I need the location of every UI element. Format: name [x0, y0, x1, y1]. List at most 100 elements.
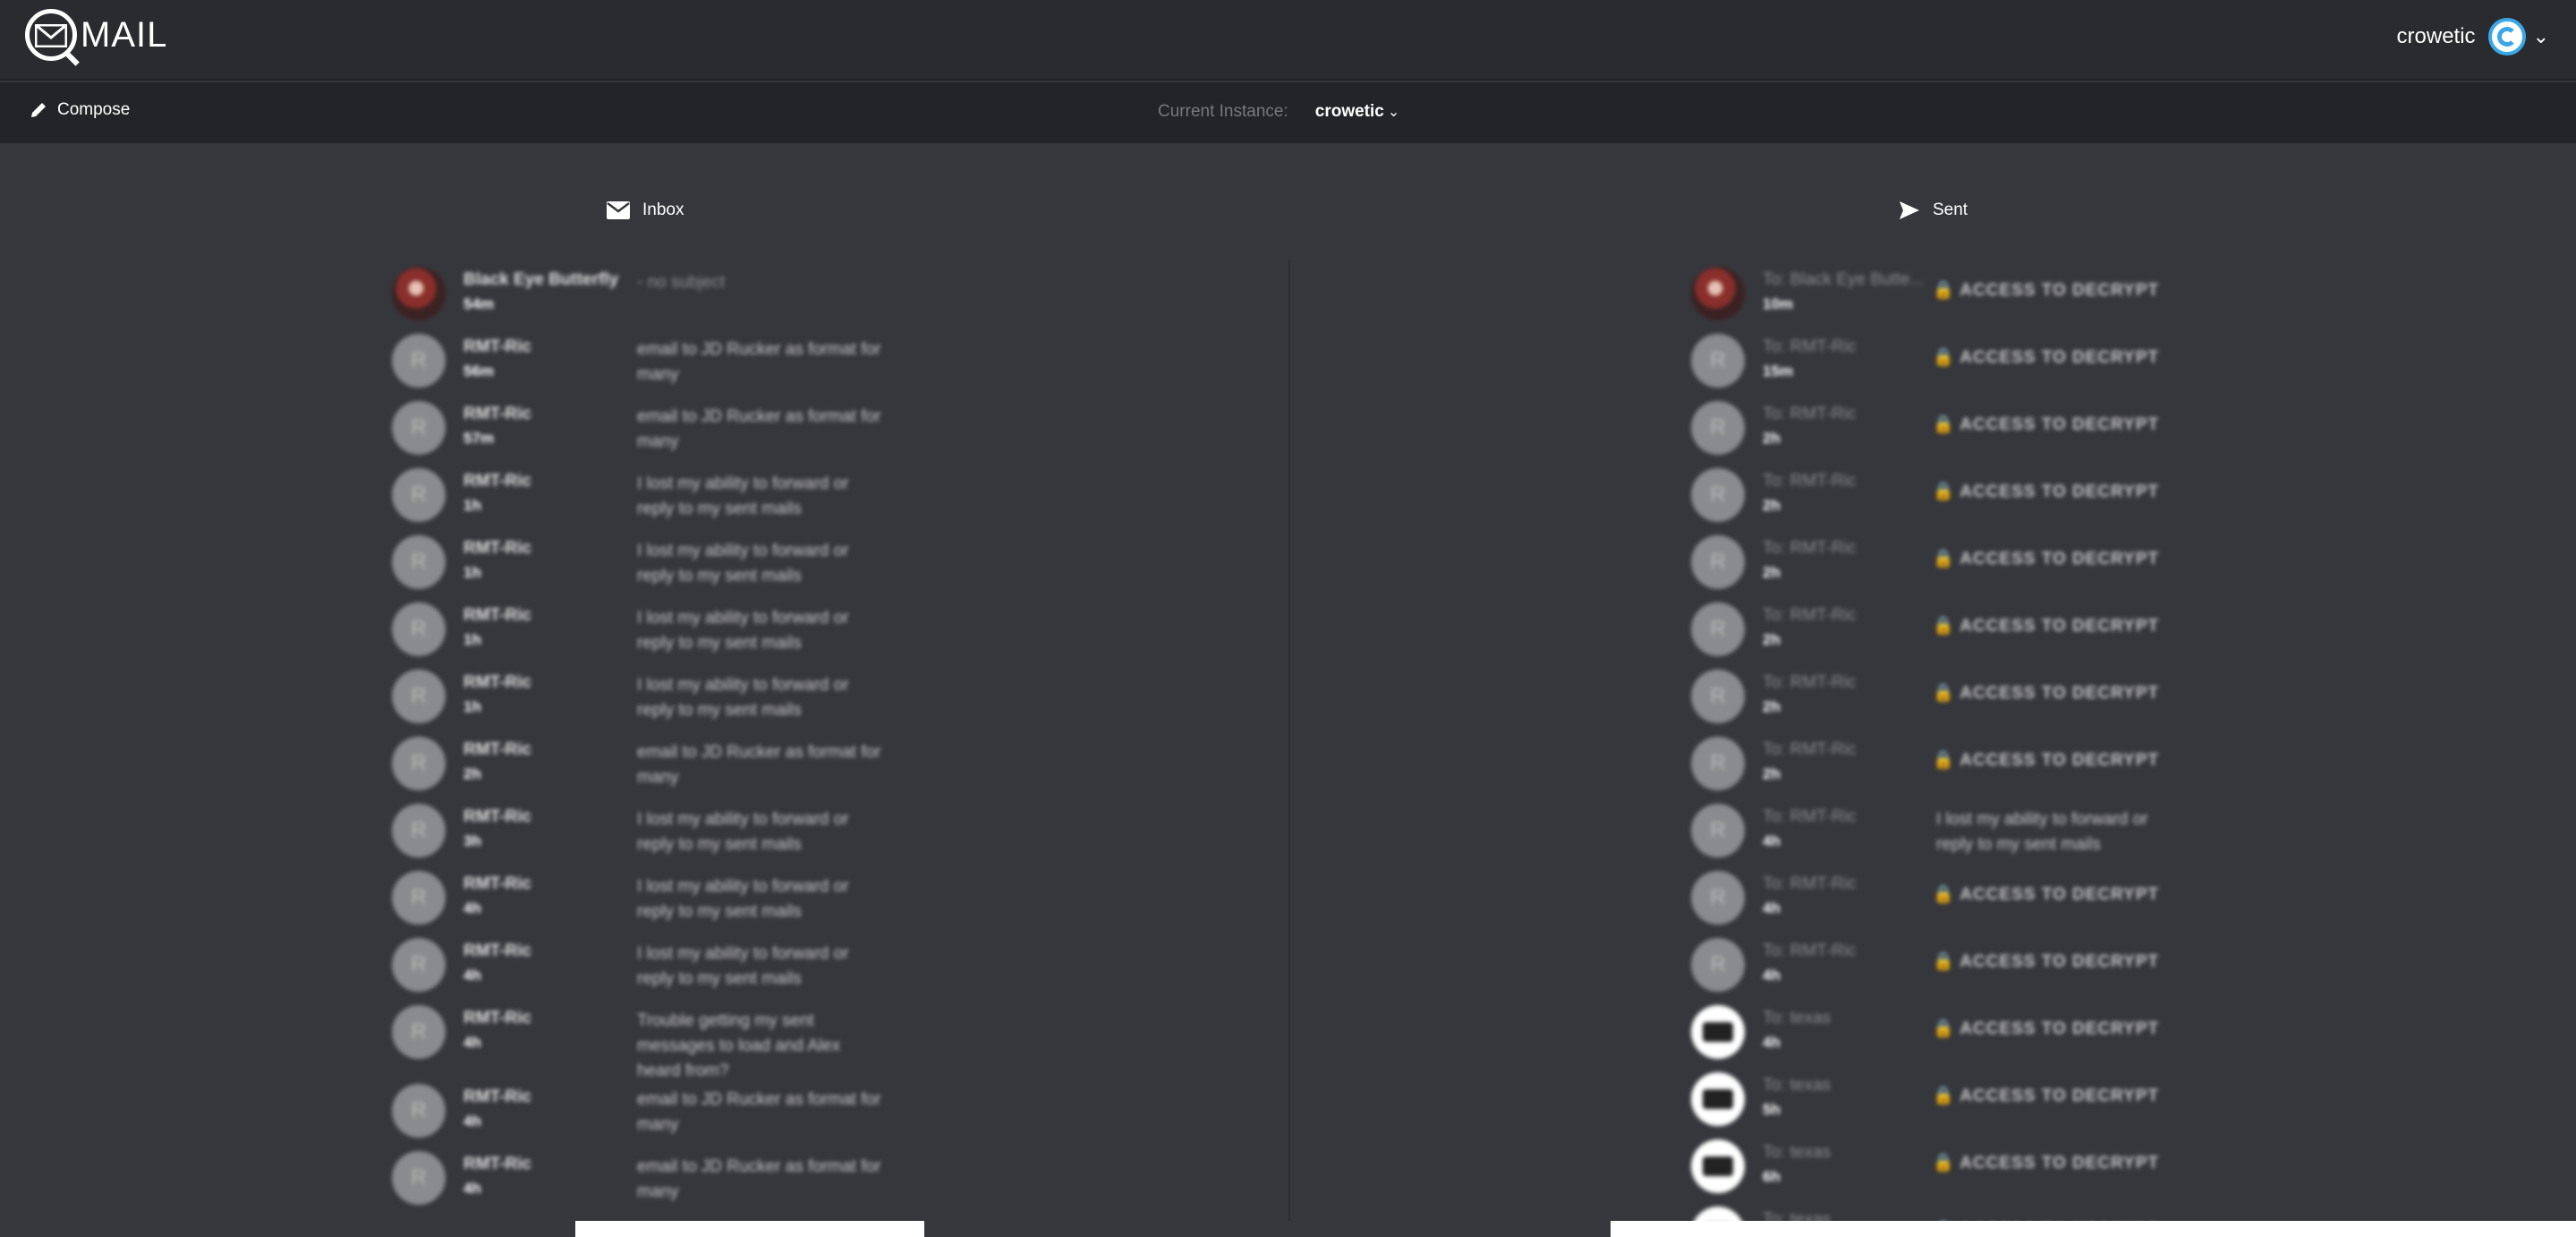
avatar: [1691, 267, 1745, 320]
avatar: R: [1691, 602, 1745, 656]
toolbar: Compose Current Instance: crowetic ⌄: [0, 82, 2576, 143]
avatar: R: [392, 938, 446, 992]
access-to-decrypt-label[interactable]: 🔒 ACCESS TO DECRYPT: [1933, 1018, 2159, 1039]
sender-name: RMT-Ric: [463, 606, 531, 625]
avatar: R: [392, 670, 446, 723]
user-menu[interactable]: crowetic ⌄: [2397, 18, 2549, 55]
access-to-decrypt-label[interactable]: 🔒 ACCESS TO DECRYPT: [1933, 1152, 2159, 1173]
access-to-decrypt-label[interactable]: 🔒 ACCESS TO DECRYPT: [1933, 615, 2159, 636]
message-subject: ACCESS TO DECRYPT: [1960, 348, 2160, 367]
message-subject: ACCESS TO DECRYPT: [1960, 1087, 2160, 1105]
message-subject: email to JD Rucker as format for many: [637, 1090, 881, 1134]
message-subject: ACCESS TO DECRYPT: [1960, 1154, 2160, 1173]
message-time: 5h: [1763, 1101, 1781, 1118]
compose-button[interactable]: Compose: [29, 100, 130, 120]
recipient-name: To: texas: [1763, 1143, 1832, 1162]
message-time: 1h: [463, 698, 481, 715]
avatar: R: [1691, 670, 1745, 723]
message-time: 2h: [1763, 631, 1781, 648]
sender-name: RMT-Ric: [463, 874, 531, 893]
top-bar: MAIL crowetic ⌄: [0, 0, 2576, 81]
avatar: R: [1691, 804, 1745, 857]
message-time: 2h: [1763, 765, 1781, 782]
instance-label: Current Instance:: [1158, 102, 1288, 121]
access-to-decrypt-label[interactable]: 🔒 ACCESS TO DECRYPT: [1933, 346, 2159, 368]
avatar: R: [1691, 871, 1745, 925]
lock-icon: 🔒: [1933, 751, 1960, 770]
message-time: 1h: [463, 497, 481, 514]
access-to-decrypt-label[interactable]: 🔒 ACCESS TO DECRYPT: [1933, 481, 2159, 502]
sender-name: RMT-Ric: [463, 942, 531, 960]
message-time: 1h: [463, 564, 481, 581]
bottom-strip: [0, 1221, 2576, 1237]
lock-icon: 🔒: [1933, 617, 1960, 636]
access-to-decrypt-label[interactable]: 🔒 ACCESS TO DECRYPT: [1933, 548, 2159, 569]
message-time: 15m: [1763, 363, 1794, 380]
recipient-name: To: RMT-Ric: [1763, 472, 1857, 491]
message-time: 2h: [1763, 430, 1781, 447]
avatar: R: [392, 1084, 446, 1138]
avatar: R: [392, 1005, 446, 1059]
instance-selector[interactable]: Current Instance: crowetic ⌄: [1158, 102, 1399, 122]
recipient-name: To: RMT-Ric: [1763, 740, 1857, 759]
message-subject: I lost my ability to forward or reply to…: [1936, 810, 2148, 854]
message-time: 4h: [1763, 967, 1781, 984]
avatar: R: [1691, 401, 1745, 455]
recipient-name: To: RMT-Ric: [1763, 874, 1857, 893]
access-to-decrypt-label[interactable]: 🔒 ACCESS TO DECRYPT: [1933, 951, 2159, 972]
lock-icon: 🔒: [1933, 952, 1960, 971]
mail-logo-icon: [25, 9, 80, 66]
message-subject: email to JD Rucker as format for many: [637, 1157, 881, 1201]
message-time: 4h: [1763, 832, 1781, 849]
message-subject: ACCESS TO DECRYPT: [1960, 550, 2160, 568]
message-subject: email to JD Rucker as format for many: [637, 407, 881, 451]
lock-icon: 🔒: [1933, 482, 1960, 501]
sender-name: RMT-Ric: [463, 337, 531, 356]
message-time: 4h: [463, 1034, 481, 1051]
message-subject: ACCESS TO DECRYPT: [1960, 751, 2160, 770]
sender-name: RMT-Ric: [463, 673, 531, 692]
recipient-name: To: RMT-Ric: [1763, 539, 1857, 558]
lock-icon: 🔒: [1933, 550, 1960, 568]
message-time: 4h: [1763, 900, 1781, 917]
sender-name: RMT-Ric: [463, 405, 531, 423]
message-subject: I lost my ability to forward or reply to…: [637, 944, 849, 988]
avatar: [1691, 1005, 1745, 1059]
sender-name: RMT-Ric: [463, 807, 531, 826]
recipient-name: To: RMT-Ric: [1763, 673, 1857, 692]
access-to-decrypt-label[interactable]: 🔒 ACCESS TO DECRYPT: [1933, 1085, 2159, 1106]
lock-icon: 🔒: [1933, 281, 1960, 300]
message-subject: Trouble getting my sent messages to load…: [637, 1011, 841, 1080]
lock-icon: 🔒: [1933, 1019, 1960, 1038]
access-to-decrypt-label[interactable]: 🔒 ACCESS TO DECRYPT: [1933, 414, 2159, 435]
lock-icon: 🔒: [1933, 348, 1960, 367]
avatar: R: [1691, 535, 1745, 589]
message-subject: ACCESS TO DECRYPT: [1960, 684, 2160, 703]
message-time: 4h: [463, 1180, 481, 1197]
message-time: 3h: [463, 832, 481, 849]
avatar: R: [392, 871, 446, 925]
message-subject: email to JD Rucker as format for many: [637, 743, 881, 787]
message-subject: ACCESS TO DECRYPT: [1960, 1019, 2160, 1038]
access-to-decrypt-label[interactable]: 🔒 ACCESS TO DECRYPT: [1933, 682, 2159, 704]
access-to-decrypt-label[interactable]: 🔒 ACCESS TO DECRYPT: [1933, 749, 2159, 771]
column-divider: [1288, 260, 1290, 1228]
access-to-decrypt-label[interactable]: 🔒 ACCESS TO DECRYPT: [1933, 279, 2159, 301]
sent-header[interactable]: Sent: [1899, 200, 1968, 220]
message-time: 2h: [1763, 564, 1781, 581]
avatar: R: [1691, 938, 1745, 992]
avatar: R: [392, 535, 446, 589]
access-to-decrypt-label[interactable]: 🔒 ACCESS TO DECRYPT: [1933, 883, 2159, 905]
avatar: R: [392, 401, 446, 455]
message-subject: ACCESS TO DECRYPT: [1960, 952, 2160, 971]
message-subject: ACCESS TO DECRYPT: [1960, 885, 2160, 904]
sent-title: Sent: [1933, 200, 1968, 219]
lock-icon: 🔒: [1933, 415, 1960, 434]
avatar: [1691, 1072, 1745, 1126]
app-logo[interactable]: MAIL: [25, 9, 167, 66]
inbox-header[interactable]: Inbox: [607, 200, 684, 220]
message-time: 4h: [463, 900, 481, 917]
sender-name: RMT-Ric: [463, 472, 531, 491]
message-subject: I lost my ability to forward or reply to…: [637, 474, 849, 518]
instance-value: crowetic: [1314, 102, 1384, 121]
